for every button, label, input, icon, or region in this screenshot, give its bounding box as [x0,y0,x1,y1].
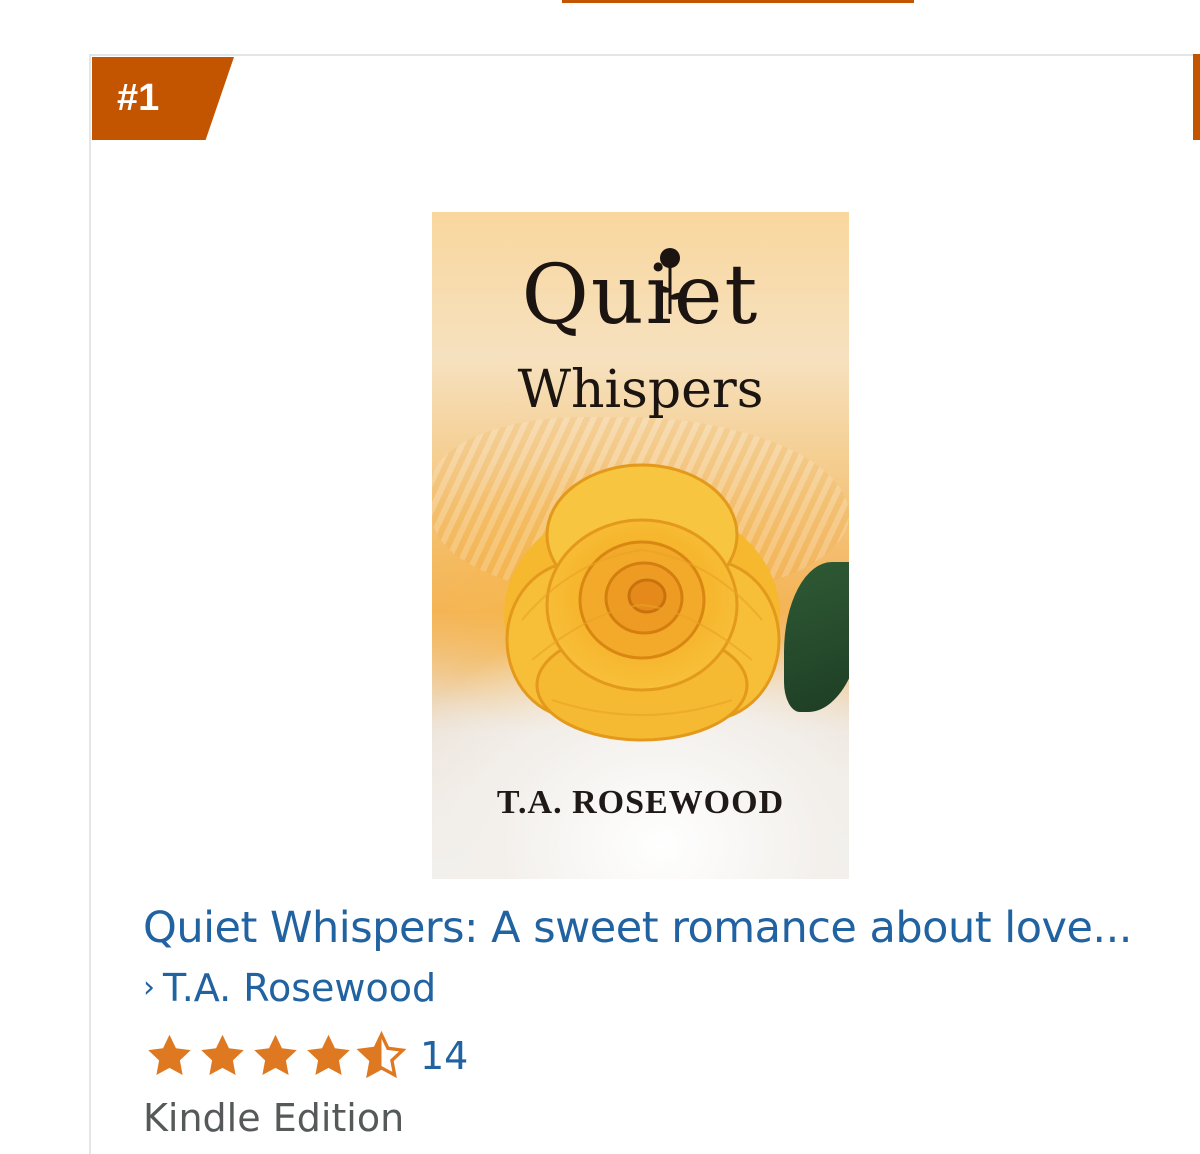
star-rating[interactable] [143,1031,408,1081]
book-format: Kindle Edition [143,1096,405,1140]
rose-ornament-icon [656,248,684,314]
star-half-icon [356,1031,407,1079]
star-full-icon [201,1034,244,1075]
cover-leaf [784,562,849,712]
chevron-right-icon: › [143,970,155,1005]
book-title-link[interactable]: Quiet Whispers: A sweet romance about lo… [143,900,1143,956]
author-link[interactable]: › T.A. Rosewood [143,963,436,1013]
next-card-badge-edge [1193,54,1200,140]
star-full-icon [254,1034,297,1075]
cover-rose-illustration [504,463,781,742]
rating-count-link[interactable]: 14 [420,1031,468,1081]
cover-author: T.A. ROSEWOOD [496,784,785,821]
star-full-icon [307,1034,350,1075]
top-accent-bar [562,0,914,3]
author-name: T.A. Rosewood [163,966,437,1010]
cover-title: Quiet [521,248,760,343]
star-full-icon [148,1034,191,1075]
rank-label: #1 [117,77,160,119]
rating-row[interactable]: 14 [143,1030,468,1082]
cover-subtitle: Whispers [517,360,764,420]
book-cover-image[interactable]: Quiet Whispers T.A. ROSEWOOD [432,212,849,879]
